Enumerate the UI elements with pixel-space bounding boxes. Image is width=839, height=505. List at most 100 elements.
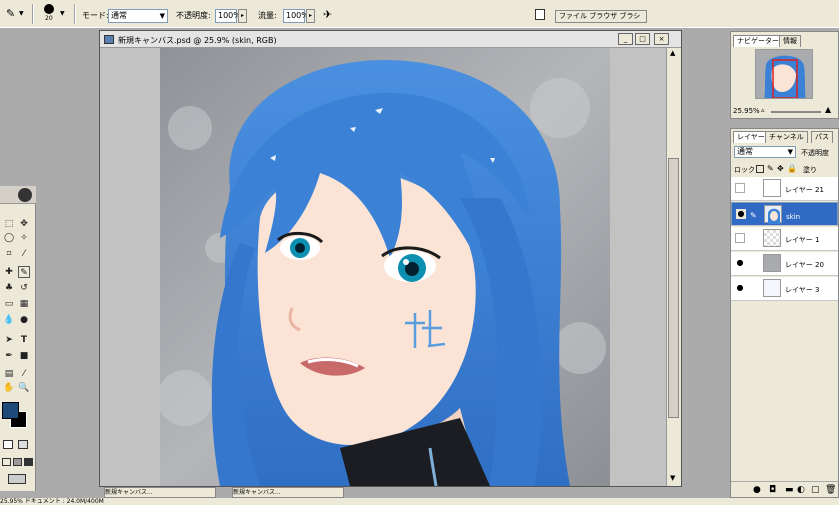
lock-transparency-icon[interactable]: [756, 165, 764, 173]
brush-tool-icon[interactable]: ✎: [6, 7, 15, 20]
scroll-down-arrow[interactable]: ▼: [670, 474, 675, 482]
path-selection-tool-icon[interactable]: ➤: [3, 334, 15, 346]
mode-select[interactable]: 通常 ▼: [108, 9, 168, 23]
eyedropper-tool-icon[interactable]: ⁄: [18, 368, 30, 380]
layer-mask-icon[interactable]: ◘: [769, 485, 776, 495]
brush-preset-icon[interactable]: [44, 4, 54, 14]
standard-mode-icon[interactable]: [3, 440, 13, 449]
layer-thumbnail: [763, 279, 781, 297]
screen-mode-full-icon[interactable]: [24, 458, 33, 466]
lock-position-icon[interactable]: ✥: [777, 164, 784, 173]
flow-field[interactable]: 100%: [283, 9, 309, 23]
brush-preset-arrow[interactable]: ▼: [60, 10, 65, 17]
scroll-up-arrow[interactable]: ▲: [670, 49, 675, 57]
notes-tool-icon[interactable]: ▤: [3, 368, 15, 380]
lasso-tool-icon[interactable]: ◯: [3, 232, 15, 244]
image-canvas[interactable]: [160, 48, 610, 486]
tab-info[interactable]: 情報: [779, 35, 801, 47]
clone-stamp-tool-icon[interactable]: ♣: [3, 282, 15, 294]
history-brush-tool-icon[interactable]: ↺: [18, 282, 30, 294]
dodge-tool-icon[interactable]: ●: [18, 314, 30, 326]
zoom-in-icon[interactable]: ▲: [825, 105, 831, 114]
palette-well-tab[interactable]: ファイル ブラウザ ブラシ: [555, 10, 647, 23]
zoom-slider[interactable]: [771, 111, 821, 113]
tab-channels[interactable]: チャンネル: [765, 131, 808, 143]
slice-tool-icon[interactable]: ⁄: [18, 248, 30, 260]
photoshop-logo-icon[interactable]: [18, 188, 32, 202]
layer-row[interactable]: レイヤー 21: [731, 177, 838, 201]
foreground-color-swatch[interactable]: [2, 402, 19, 419]
zoom-out-icon[interactable]: ▵: [761, 106, 765, 114]
type-tool-icon[interactable]: T: [18, 334, 30, 346]
move-tool-icon[interactable]: ✥: [18, 218, 30, 230]
opacity-field[interactable]: 100%: [215, 9, 241, 23]
layer-thumbnail: [763, 229, 781, 247]
minimize-button[interactable]: _: [618, 33, 633, 45]
close-button[interactable]: ×: [654, 33, 669, 45]
palette-well-icon[interactable]: [535, 9, 545, 20]
pen-tool-icon[interactable]: ✒: [3, 350, 15, 362]
tab-info-label: 情報: [783, 37, 797, 45]
trash-icon[interactable]: 🗑: [825, 485, 836, 495]
brush-size-label: 20: [45, 15, 53, 22]
mode-label: モード:: [82, 11, 109, 20]
shape-tool-icon[interactable]: ■: [18, 350, 30, 362]
vertical-scrollbar[interactable]: ▲ ▼: [666, 48, 681, 486]
layer-row[interactable]: レイヤー 1: [731, 227, 838, 251]
layer-name: skin: [786, 213, 801, 221]
tab-layers[interactable]: レイヤー: [733, 131, 769, 143]
palette-tab-label: ファイル ブラウザ ブラシ: [559, 12, 641, 20]
flow-slider-button[interactable]: ▸: [306, 9, 315, 23]
tab-paths[interactable]: パス: [811, 131, 833, 143]
crop-tool-icon[interactable]: ⌗: [3, 248, 15, 260]
jump-to-imageready-icon[interactable]: [8, 474, 26, 484]
tab-navigator[interactable]: ナビゲーター: [733, 35, 783, 47]
screen-mode-full-menu-icon[interactable]: [13, 458, 22, 466]
eye-icon[interactable]: ●: [735, 283, 745, 293]
opacity-label: 不透明度:: [176, 11, 211, 20]
adjustment-layer-icon[interactable]: ◐: [797, 485, 805, 495]
navigator-zoom-value[interactable]: 25.95%: [733, 107, 760, 115]
status-bar: 25.95% ドキュメント : 24.0M/400M: [0, 498, 839, 505]
zoom-tool-icon[interactable]: 🔍: [18, 382, 30, 394]
gradient-tool-icon[interactable]: ▦: [18, 298, 30, 310]
airbrush-icon[interactable]: ✈: [323, 8, 332, 21]
scroll-thumb[interactable]: [668, 158, 679, 418]
blur-tool-icon[interactable]: 💧: [3, 314, 15, 326]
layer-thumbnail: [763, 179, 781, 197]
layer-row[interactable]: ● レイヤー 20: [731, 252, 838, 276]
navigator-thumbnail[interactable]: [755, 49, 813, 99]
new-layer-icon[interactable]: ▢: [811, 485, 820, 495]
tool-preset-arrow[interactable]: ▼: [19, 10, 24, 17]
screen-mode-standard-icon[interactable]: [2, 458, 11, 466]
document-window: 新規キャンバス.psd @ 25.9% (skin, RGB) _ □ × ▲ …: [99, 30, 682, 487]
healing-brush-tool-icon[interactable]: ✚: [3, 266, 15, 278]
blend-mode-select[interactable]: 通常 ▼: [734, 146, 796, 158]
visibility-toggle-empty[interactable]: [735, 183, 745, 193]
layer-row[interactable]: ● ✎ skin: [731, 202, 838, 226]
eye-icon[interactable]: ●: [735, 258, 745, 268]
lock-image-icon[interactable]: ✎: [767, 164, 774, 173]
hand-tool-icon[interactable]: ✋: [3, 382, 15, 394]
layer-row[interactable]: ● レイヤー 3: [731, 277, 838, 301]
maximize-icon: □: [639, 35, 646, 43]
lock-all-icon[interactable]: 🔒: [787, 164, 797, 173]
marquee-tool-icon[interactable]: ⬚: [3, 218, 15, 230]
minimized-window[interactable]: 新規キャンバス...: [104, 487, 216, 498]
brush-tool-icon[interactable]: ✎: [18, 266, 30, 278]
fill-label: 塗り: [803, 166, 817, 174]
new-set-icon[interactable]: ▬: [785, 485, 794, 495]
opacity-slider-button[interactable]: ▸: [238, 9, 247, 23]
quickmask-mode-icon[interactable]: [18, 440, 28, 449]
chevron-down-icon: ▼: [787, 148, 793, 156]
eraser-tool-icon[interactable]: ▭: [3, 298, 15, 310]
document-title-bar[interactable]: 新規キャンバス.psd @ 25.9% (skin, RGB) _ □ ×: [100, 31, 681, 48]
eye-icon[interactable]: ●: [736, 209, 746, 219]
maximize-button[interactable]: □: [635, 33, 650, 45]
tab-paths-label: パス: [815, 133, 829, 141]
magic-wand-tool-icon[interactable]: ✧: [18, 232, 30, 244]
layer-style-icon[interactable]: ●: [753, 485, 761, 495]
minimized-window[interactable]: 新規キャンバス...: [232, 487, 344, 498]
tab-channels-label: チャンネル: [769, 133, 804, 141]
visibility-toggle-empty[interactable]: [735, 233, 745, 243]
